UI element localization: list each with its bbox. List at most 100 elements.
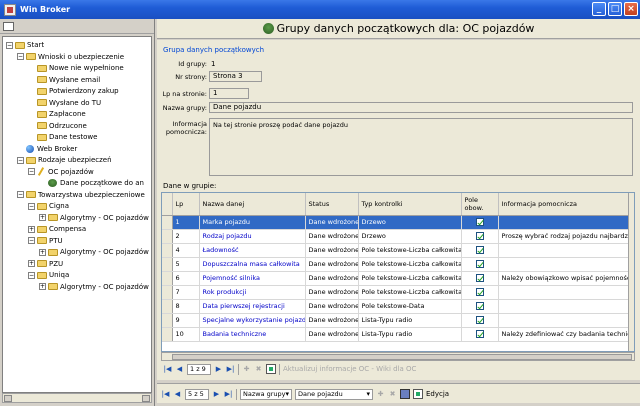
column-header-type[interactable]: Typ kontrolki xyxy=(358,193,462,216)
first-record-icon[interactable]: |◀ xyxy=(163,364,172,374)
tree-node[interactable]: + Algorytmy - OC pojazdów xyxy=(39,282,149,292)
collapse-icon[interactable]: − xyxy=(28,168,35,175)
tree-node[interactable]: − Rodzaje ubezpieczeń xyxy=(17,155,112,165)
checkbox-checked-icon[interactable] xyxy=(475,232,484,240)
expand-icon[interactable]: + xyxy=(39,248,46,256)
tree-node[interactable]: − Towarzystwa ubezpieczeniowe xyxy=(17,190,145,200)
save-icon[interactable] xyxy=(400,389,410,399)
name-field[interactable]: Dane pojazdu xyxy=(209,102,633,113)
info-textarea[interactable]: Na tej stronie proszę podać dane pojazdu xyxy=(209,118,633,176)
update-info-button[interactable]: Aktualizuj informacje OC - Wiki dla OC xyxy=(283,365,416,373)
tree-node[interactable]: − PTU xyxy=(28,236,63,246)
tree-node[interactable]: − Start xyxy=(6,40,44,50)
cell-required[interactable] xyxy=(461,313,499,328)
cell-required[interactable] xyxy=(461,327,499,342)
column-header-required[interactable]: Pole obow. xyxy=(461,193,499,216)
grid-vertical-scrollbar[interactable] xyxy=(628,193,634,351)
collapse-icon[interactable]: − xyxy=(6,41,13,49)
cell-required[interactable] xyxy=(461,271,499,286)
tree-node[interactable]: Potwierdzony zakup xyxy=(28,86,119,96)
column-header-lp[interactable]: Lp xyxy=(172,193,200,216)
expand-icon[interactable]: + xyxy=(39,283,46,290)
filter-dropdown[interactable]: Dane pojazdu xyxy=(295,388,373,400)
checkbox-checked-icon[interactable] xyxy=(475,316,484,324)
tree-node[interactable]: − Wnioski o ubezpieczenie xyxy=(17,52,124,62)
add-record-icon[interactable]: ✚ xyxy=(242,364,251,374)
scroll-left-icon[interactable] xyxy=(4,395,12,402)
checkbox-checked-icon[interactable] xyxy=(475,246,484,254)
checkbox-checked-icon[interactable] xyxy=(475,302,484,310)
next-record-icon[interactable]: ▶ xyxy=(214,364,223,374)
lp-field[interactable]: 1 xyxy=(209,88,249,99)
collapse-icon[interactable]: − xyxy=(17,191,24,198)
scroll-right-icon[interactable] xyxy=(142,395,150,402)
cell-required[interactable] xyxy=(461,243,499,258)
table-row[interactable]: 4 Ładowność Dane wdrożone Pole tekstowe-Lic… xyxy=(162,243,633,258)
table-row[interactable]: 2 Rodzaj pojazdu Dane wdrożone Drzewo Proszę… xyxy=(162,229,633,244)
tree-node[interactable]: Wysłane do TU xyxy=(28,98,101,108)
column-header-name[interactable]: Nazwa danej xyxy=(199,193,306,216)
group-position[interactable]: 5 z 5 xyxy=(185,388,209,400)
maximize-button[interactable]: □ xyxy=(608,2,622,16)
data-grid[interactable]: Lp Nazwa danej Status Typ kontrolki Pole… xyxy=(161,192,635,352)
tree-node[interactable]: Web Broker xyxy=(17,144,77,154)
minimize-button[interactable]: _ xyxy=(592,2,606,16)
cell-required[interactable] xyxy=(461,215,499,230)
page-field[interactable]: Strona 3 xyxy=(209,71,262,82)
tree-node[interactable]: Zapłacone xyxy=(28,109,86,119)
column-header-info[interactable]: Informacja pomocnicza xyxy=(498,193,633,216)
table-row[interactable]: 6 Pojemność silnika Dane wdrożone Pole teks… xyxy=(162,271,633,286)
checkbox-checked-icon[interactable] xyxy=(475,274,484,282)
checkbox-checked-icon[interactable] xyxy=(475,260,484,268)
tree-node[interactable]: Dane testowe xyxy=(28,132,97,142)
checkbox-checked-icon[interactable] xyxy=(475,330,484,338)
expand-icon[interactable]: + xyxy=(28,260,35,267)
expand-icon[interactable]: + xyxy=(39,214,46,221)
tree-node[interactable]: + Algorytmy - OC pojazdów xyxy=(39,213,149,223)
table-row[interactable]: 8 Data pierwszej rejestracji Dane wdrożone… xyxy=(162,299,633,314)
table-row[interactable]: 5 Dopuszczalna masa całkowita Dane wdrożon… xyxy=(162,257,633,272)
tree-node[interactable]: − Uniqa xyxy=(28,270,69,280)
tree-node[interactable]: Dane początkowe do an xyxy=(39,178,144,188)
close-button[interactable]: × xyxy=(624,2,638,16)
tree-view-icon[interactable] xyxy=(3,22,14,31)
collapse-icon[interactable]: − xyxy=(28,237,35,244)
collapse-icon[interactable]: − xyxy=(28,202,35,210)
properties-icon[interactable] xyxy=(266,364,276,374)
last-group-icon[interactable]: ▶| xyxy=(224,389,233,399)
last-record-icon[interactable]: ▶| xyxy=(226,364,235,374)
grid-position[interactable]: 1 z 9 xyxy=(187,363,211,375)
scroll-thumb[interactable] xyxy=(172,354,632,360)
table-row[interactable]: 10 Badania techniczne Dane wdrożone Lista-T… xyxy=(162,327,633,342)
tree-node[interactable]: − Cigna xyxy=(28,201,69,211)
cell-required[interactable] xyxy=(461,285,499,300)
cell-required[interactable] xyxy=(461,299,499,314)
delete-group-icon[interactable]: ✖ xyxy=(388,389,397,399)
cell-required[interactable] xyxy=(461,257,499,272)
checkbox-checked-icon[interactable] xyxy=(475,288,484,296)
sort-dropdown[interactable]: Nazwa grupy xyxy=(240,388,292,400)
tree-node[interactable]: Odrzucone xyxy=(28,121,87,131)
table-row[interactable]: 9 Specjalne wykorzystanie pojazdu Dane wdr… xyxy=(162,313,633,328)
grid-horizontal-scrollbar[interactable] xyxy=(161,352,635,361)
tree-node[interactable]: Nowe nie wypełnione xyxy=(28,63,124,73)
tree-node[interactable]: + Compensa xyxy=(28,224,86,234)
cell-required[interactable] xyxy=(461,229,499,244)
tree-node[interactable]: Wysłane email xyxy=(28,75,100,85)
edit-label[interactable]: Edycja xyxy=(426,390,449,398)
table-row[interactable]: 7 Rok produkcji Dane wdrożone Pole tekstowe… xyxy=(162,285,633,300)
checkbox-checked-icon[interactable] xyxy=(475,218,484,226)
collapse-icon[interactable]: − xyxy=(17,53,24,60)
tree-node[interactable]: + Algorytmy - OC pojazdów xyxy=(39,247,149,257)
edit-icon[interactable] xyxy=(413,389,423,399)
delete-record-icon[interactable]: ✖ xyxy=(254,364,263,374)
collapse-icon[interactable]: − xyxy=(17,156,24,164)
first-group-icon[interactable]: |◀ xyxy=(161,389,170,399)
tree-horizontal-scrollbar[interactable] xyxy=(2,393,152,403)
prev-record-icon[interactable]: ◀ xyxy=(175,364,184,374)
table-row[interactable]: 1 Marka pojazdu Dane wdrożone Drzewo xyxy=(162,215,633,230)
prev-group-icon[interactable]: ◀ xyxy=(173,389,182,399)
tree-node[interactable]: + PZU xyxy=(28,259,63,269)
add-group-icon[interactable]: ✚ xyxy=(376,389,385,399)
expand-icon[interactable]: + xyxy=(28,225,35,233)
